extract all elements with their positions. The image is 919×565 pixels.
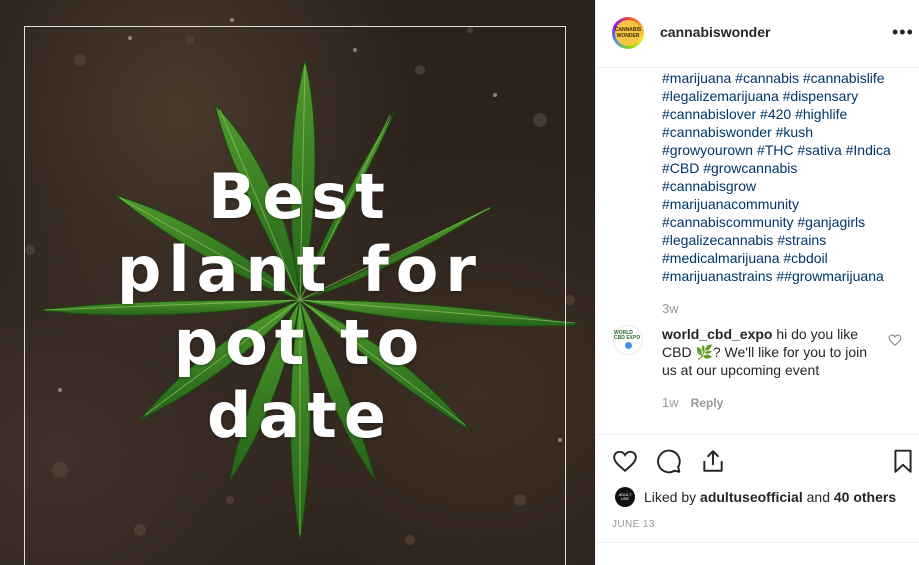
avatar-logo-text: CANNABIS WONDER [614,27,642,39]
likes-others-link[interactable]: 40 others [834,489,896,505]
bottom-divider [596,542,919,543]
image-headline: Best plant for pot to date [60,160,540,452]
caption-hashtags[interactable]: #cannabisgrow [662,177,912,195]
share-icon[interactable] [700,448,726,474]
likes-summary: Liked by adultuseofficial and 40 others [644,489,896,505]
liker-avatar[interactable]: ADULT USE [615,487,635,507]
comment-icon[interactable] [656,448,682,474]
headline-line: pot to [173,306,427,379]
bookmark-icon[interactable] [890,448,916,474]
caption-hashtags[interactable]: #legalizecannabis #strains [662,231,912,249]
comment-text: us at our upcoming event [662,362,820,378]
headline-line: Best [208,160,392,233]
avatar-logo: CANNABIS WONDER [615,20,641,46]
comment-text: hi do you like [772,326,859,342]
post-caption: #marijuana #cannabis #cannabislife #lega… [662,69,912,285]
caption-hashtags[interactable]: #cannabiscommunity #ganjagirls [662,213,912,231]
headline-line: date [207,379,393,452]
caption-hashtags[interactable]: #cannabislover #420 #highlife [662,105,912,123]
comment-text: CBD 🌿? We'll like for you to join [662,344,868,360]
caption-hashtags[interactable]: #growyourown #THC #sativa #Indica [662,141,912,159]
comment-like-heart-icon[interactable] [888,333,902,347]
caption-hashtags[interactable]: #marijuana #cannabis #cannabislife [662,69,912,87]
reply-button[interactable]: Reply [691,396,724,410]
likes-and: and [802,489,834,505]
comment: world_cbd_expo hi do you like CBD 🌿? We'… [662,325,887,379]
caption-hashtags[interactable]: #cannabiswonder #kush [662,123,912,141]
caption-hashtags[interactable]: #medicalmarijuana #cbdoil [662,249,912,267]
caption-hashtags[interactable]: #marijuanastrains ##growmarijuana [662,267,912,285]
liker-username[interactable]: adultuseofficial [700,489,803,505]
comment-author[interactable]: world_cbd_expo [662,326,772,342]
post-image[interactable]: Best plant for pot to date [0,0,596,565]
post-date[interactable]: JUNE 13 [612,519,655,530]
more-horizontal-icon[interactable]: ••• [892,22,914,43]
comment-timestamp[interactable]: 1w [662,395,679,410]
caption-hashtags[interactable]: #CBD #growcannabis [662,159,912,177]
commenter-avatar[interactable]: WORLD CBD EXPO [613,325,643,355]
post-header: CANNABIS WONDER cannabiswonder ••• [596,0,919,68]
comment-meta: 1w Reply [662,395,723,410]
headline-line: plant for [117,233,483,306]
commenter-avatar-text: WORLD CBD EXPO [614,330,641,341]
profile-avatar[interactable]: CANNABIS WONDER [612,17,644,49]
comment-line: world_cbd_expo hi do you like [662,325,887,343]
post-sidebar: CANNABIS WONDER cannabiswonder ••• #mari… [596,0,919,565]
liker-avatar-text: ADULT USE [618,492,632,501]
caption-hashtags[interactable]: #marijuanacommunity [662,195,912,213]
caption-timestamp[interactable]: 3w [662,301,679,316]
caption-hashtags[interactable]: #legalizemarijuana #dispensary [662,87,912,105]
actions-divider [596,434,919,435]
profile-username[interactable]: cannabiswonder [660,24,770,40]
globe-icon [624,342,632,349]
likes-prefix: Liked by [644,489,701,505]
heart-icon[interactable] [612,448,638,474]
